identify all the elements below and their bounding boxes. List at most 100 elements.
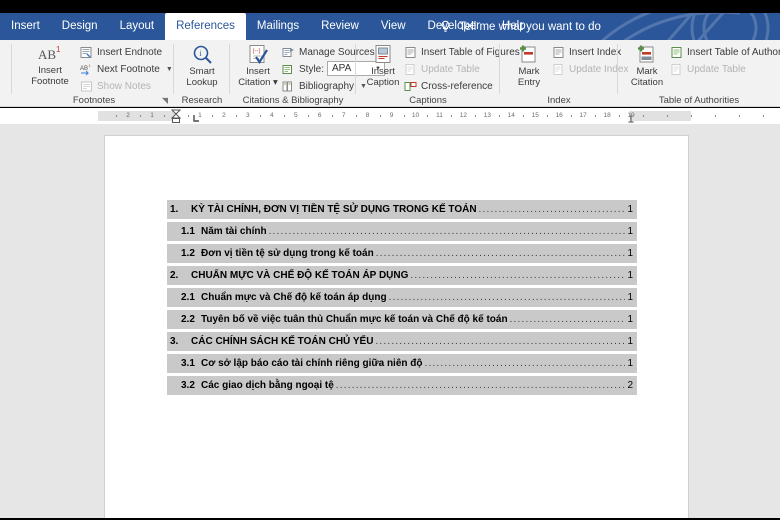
group-name-citations: Citations & Bibliography bbox=[242, 95, 344, 106]
cross-reference-label: Cross-reference bbox=[421, 80, 493, 92]
toc-entry-page-number: 1 bbox=[627, 292, 633, 303]
insert-index-icon bbox=[553, 46, 564, 58]
ribbon-group-citations: (--) Insert Citation ▾ Manage Sources St… bbox=[230, 40, 385, 107]
left-tab-stop-icon[interactable] bbox=[193, 114, 201, 123]
ruler-label-7: 7 bbox=[341, 112, 346, 119]
footnotes-dialog-launcher[interactable]: ◥ bbox=[162, 96, 168, 105]
toc-entry[interactable]: 2.1 Chuẩn mực và Chế độ kế toán áp dụng..… bbox=[167, 288, 637, 307]
toc-entry-number: 3.1 bbox=[181, 358, 195, 369]
ruler-tick bbox=[499, 115, 501, 117]
update-table-authorities-label: Update Table bbox=[687, 63, 746, 75]
insert-footnote-button[interactable]: AB 1 Insert Footnote bbox=[27, 44, 73, 87]
ruler-label-3: 3 bbox=[246, 112, 250, 119]
update-table-icon bbox=[671, 63, 681, 75]
toc-entry[interactable]: 3.1 Cơ sở lập báo cáo tài chính riêng giữ… bbox=[167, 354, 637, 373]
toc-entry-title[interactable]: Cơ sở lập báo cáo tài chính riêng giữa n… bbox=[201, 358, 423, 369]
insert-citation-button[interactable]: (--) Insert Citation ▾ bbox=[235, 44, 281, 88]
ruler-tick bbox=[762, 115, 764, 117]
toc-leader-dots: ........................................… bbox=[410, 270, 626, 281]
tab-design[interactable]: Design bbox=[51, 13, 109, 40]
ruler-tick bbox=[211, 115, 213, 117]
toc-leader-dots: ........................................… bbox=[424, 358, 626, 369]
next-footnote-icon: AB 1 bbox=[80, 63, 92, 75]
mark-citation-button[interactable]: Mark Citation bbox=[624, 44, 670, 88]
toc-entry[interactable]: 1.1 Năm tài chính........................… bbox=[167, 222, 637, 241]
tab-mailings[interactable]: Mailings bbox=[246, 13, 310, 40]
ribbon-group-footnotes: AB 1 Insert Footnote Insert Endnote AB 1 bbox=[14, 40, 174, 107]
ruler-tick bbox=[690, 115, 692, 117]
ribbon: Table AB 1 Insert Footnote Insert E bbox=[0, 40, 780, 107]
table-of-contents-field[interactable]: 1. KỲ TÀI CHÍNH, ĐƠN VỊ TIỀN TỆ SỬ DỤNG T… bbox=[167, 200, 637, 398]
tab-layout[interactable]: Layout bbox=[109, 13, 166, 40]
insert-footnote-label-1: Insert bbox=[38, 65, 62, 76]
ruler-tick bbox=[164, 115, 166, 117]
toc-entry-number: 1.2 bbox=[181, 248, 195, 259]
toc-entry[interactable]: 3. CÁC CHÍNH SÁCH KẾ TOÁN CHỦ YẾU........… bbox=[167, 332, 637, 351]
mark-entry-button[interactable]: Mark Entry bbox=[506, 44, 552, 88]
style-label: Style: bbox=[299, 63, 325, 75]
next-footnote-item[interactable]: AB 1 Next Footnote ▼ bbox=[80, 62, 173, 76]
ruler-label-5: 5 bbox=[293, 112, 298, 119]
toc-entry-title[interactable]: Các giao dịch bằng ngoại tệ bbox=[201, 380, 334, 391]
tab-references[interactable]: References bbox=[165, 13, 246, 40]
toc-entry-page-number: 1 bbox=[627, 336, 633, 347]
toc-entry-title[interactable]: Tuyên bố về việc tuân thủ Chuẩn mực kế t… bbox=[201, 314, 508, 325]
hourglass-indent-marker-icon[interactable] bbox=[170, 109, 182, 123]
insert-caption-button[interactable]: Insert Caption bbox=[360, 44, 406, 88]
insert-index-item[interactable]: Insert Index bbox=[552, 45, 621, 59]
ruler-label-9: 9 bbox=[389, 112, 394, 119]
ruler-label-14: 14 bbox=[507, 112, 515, 119]
document-page[interactable]: 1. KỲ TÀI CHÍNH, ĐƠN VỊ TIỀN TỆ SỬ DỤNG T… bbox=[105, 136, 688, 518]
mark-citation-icon bbox=[638, 45, 654, 63]
lightbulb-icon bbox=[441, 20, 450, 32]
update-table-icon bbox=[405, 63, 415, 75]
next-footnote-caret-icon[interactable]: ▼ bbox=[166, 66, 173, 73]
toc-entry[interactable]: 2.2 Tuyên bố về việc tuân thủ Chuẩn mực k… bbox=[167, 310, 637, 329]
toc-entry-title[interactable]: Đơn vị tiền tệ sử dụng trong kế toán bbox=[201, 248, 374, 259]
update-index-icon bbox=[553, 63, 563, 75]
tab-insert[interactable]: Insert bbox=[0, 13, 51, 40]
insert-endnote-label: Insert Endnote bbox=[97, 46, 163, 58]
toc-entry[interactable]: 2. CHUẨN MỰC VÀ CHẾ ĐỘ KẾ TOÁN ÁP DỤNG...… bbox=[167, 266, 637, 285]
toc-leader-dots: ........................................… bbox=[375, 336, 626, 347]
insert-endnote-item[interactable]: Insert Endnote bbox=[80, 45, 162, 59]
insert-footnote-label-2: Footnote bbox=[31, 75, 69, 87]
svg-text:(--): (--) bbox=[253, 49, 261, 55]
toc-entry[interactable]: 1. KỲ TÀI CHÍNH, ĐƠN VỊ TIỀN TỆ SỬ DỤNG T… bbox=[167, 200, 637, 219]
style-icon bbox=[282, 64, 292, 74]
tab-view[interactable]: View bbox=[370, 13, 417, 40]
document-canvas[interactable]: 1. KỲ TÀI CHÍNH, ĐƠN VỊ TIỀN TỆ SỬ DỤNG T… bbox=[0, 124, 780, 518]
toc-entry-title[interactable]: CÁC CHÍNH SÁCH KẾ TOÁN CHỦ YẾU bbox=[191, 336, 373, 347]
toc-entry[interactable]: 3.2 Các giao dịch bằng ngoại tệ..........… bbox=[167, 376, 637, 395]
toc-entry-title[interactable]: KỲ TÀI CHÍNH, ĐƠN VỊ TIỀN TỆ SỬ DỤNG TRO… bbox=[191, 204, 477, 215]
right-tab-stop-icon[interactable] bbox=[627, 114, 635, 123]
tab-review[interactable]: Review bbox=[310, 13, 370, 40]
ruler-label-left-2: 2 bbox=[126, 112, 130, 119]
ruler-label-15: 15 bbox=[531, 112, 539, 119]
group-name-captions: Captions bbox=[409, 95, 447, 106]
ruler-label-11: 11 bbox=[436, 112, 443, 119]
toc-leader-dots: ........................................… bbox=[268, 226, 626, 237]
toc-entry-title[interactable]: CHUẨN MỰC VÀ CHẾ ĐỘ KẾ TOÁN ÁP DỤNG bbox=[191, 270, 408, 281]
toc-entry-page-number: 1 bbox=[627, 204, 633, 215]
toc-entry[interactable]: 1.2 Đơn vị tiền tệ sử dụng trong kế toán.… bbox=[167, 244, 637, 263]
horizontal-ruler[interactable]: 2 1 1 2 3 4 5 6 7 8 9 10 11 12 13 14 15 16 17 18 19 bbox=[0, 108, 780, 124]
insert-table-of-authorities-item[interactable]: Insert Table of Authorities bbox=[670, 45, 780, 59]
group-name-footnotes: Footnotes bbox=[72, 95, 116, 106]
toc-leader-dots: ........................................… bbox=[388, 292, 626, 303]
toc-entry-title[interactable]: Năm tài chính bbox=[201, 226, 267, 237]
smart-lookup-button[interactable]: i Smart Lookup bbox=[179, 44, 225, 88]
toc-entry-title[interactable]: Chuẩn mực và Chế độ kế toán áp dụng bbox=[201, 292, 387, 303]
ruler-label-8: 8 bbox=[365, 112, 370, 119]
ribbon-group-captions: Insert Caption Insert Table of Figures U… bbox=[356, 40, 520, 107]
group-name-table-of-authorities: Table of Authorities bbox=[658, 95, 740, 106]
toc-entry-number: 1. bbox=[170, 204, 179, 215]
cross-reference-item[interactable]: Cross-reference bbox=[404, 79, 493, 93]
ribbon-group-table-of-contents: Table bbox=[0, 40, 12, 107]
svg-text:AB: AB bbox=[38, 47, 56, 62]
ruler-tick bbox=[547, 115, 549, 117]
toc-entry-page-number: 1 bbox=[627, 358, 633, 369]
tell-me-box[interactable]: Tell me what you want to do bbox=[425, 13, 601, 40]
ruler-tick bbox=[235, 115, 237, 117]
bibliography-label: Bibliography bbox=[299, 80, 355, 92]
